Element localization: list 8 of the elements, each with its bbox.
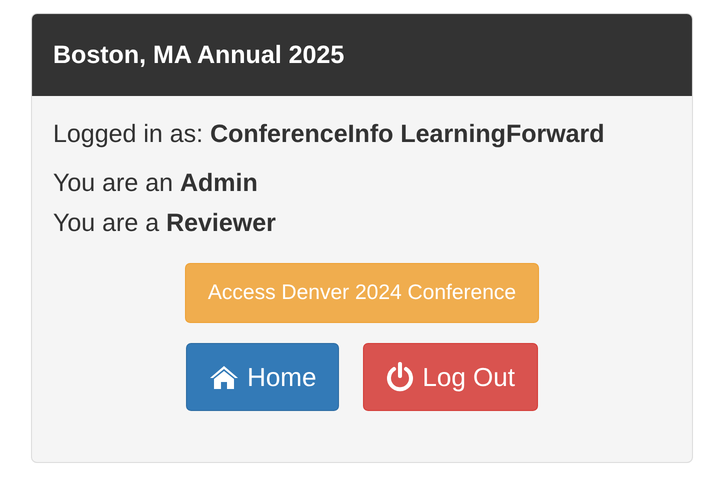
panel-title: Boston, MA Annual 2025 <box>53 40 344 70</box>
logout-button[interactable]: Log Out <box>363 343 538 411</box>
login-text: Logged in as: ConferenceInfo LearningForward <box>53 120 606 149</box>
power-icon <box>386 362 414 392</box>
role-text: You are a Reviewer <box>53 208 277 239</box>
role-text: You are an Admin <box>53 168 259 199</box>
home-button[interactable]: Home <box>186 343 340 411</box>
home-icon <box>209 364 240 390</box>
